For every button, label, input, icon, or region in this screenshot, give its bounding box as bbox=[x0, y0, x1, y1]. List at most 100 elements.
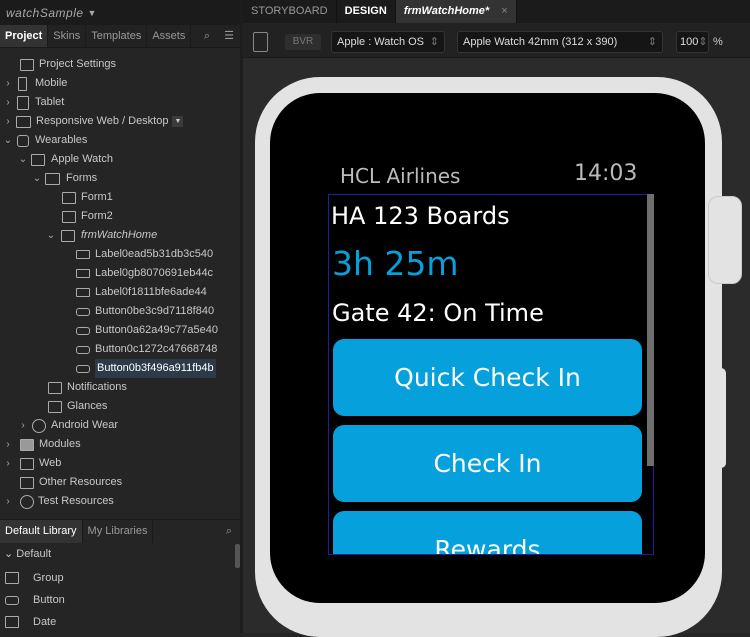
tree-item-label[interactable]: Label0ead5b31db3c540 bbox=[76, 245, 213, 264]
tree-item-glances[interactable]: Glances bbox=[48, 397, 107, 416]
tree-item-button[interactable]: Button0be3c9d7118f840 bbox=[76, 302, 214, 321]
tree-item-android-wear[interactable]: › Android Wear bbox=[17, 416, 118, 435]
form-icon bbox=[62, 210, 76, 223]
tab-project[interactable]: Project bbox=[0, 25, 49, 47]
web-icon bbox=[20, 457, 34, 470]
settings-icon bbox=[20, 58, 34, 71]
tree-item-wearables[interactable]: ⌄ Wearables bbox=[2, 131, 87, 150]
dropdown-icon[interactable]: ▼ bbox=[172, 116, 184, 127]
chevron-right-icon[interactable]: › bbox=[2, 74, 14, 93]
chevron-right-icon[interactable]: › bbox=[2, 112, 14, 131]
tree-item-forms[interactable]: ⌄ Forms bbox=[31, 169, 97, 188]
label: Responsive Web / Desktop bbox=[36, 115, 169, 127]
project-selector[interactable]: watchSample ▼ bbox=[0, 0, 240, 25]
zoom-unit: % bbox=[713, 36, 723, 48]
search-icon[interactable]: ⌕ bbox=[218, 520, 240, 543]
flight-label[interactable]: HA 123 Boards bbox=[331, 202, 510, 230]
tree-item-test-resources[interactable]: › Test Resources bbox=[2, 492, 114, 511]
device-select[interactable]: Apple Watch 42mm (312 x 390) ⇕ bbox=[457, 31, 663, 53]
tree-item-apple-watch[interactable]: ⌄ Apple Watch bbox=[17, 150, 113, 169]
button-icon bbox=[76, 307, 90, 316]
form-icon bbox=[62, 191, 76, 204]
tab-design[interactable]: DESIGN bbox=[336, 0, 396, 23]
chevron-right-icon[interactable]: › bbox=[17, 416, 29, 435]
tree-item-form1[interactable]: Form1 bbox=[62, 188, 113, 207]
chevron-right-icon[interactable]: › bbox=[2, 454, 14, 473]
zoom-input[interactable]: 100 ⇕ bbox=[676, 31, 709, 53]
chevron-right-icon[interactable]: › bbox=[2, 492, 14, 511]
section-label: Default bbox=[16, 548, 52, 560]
quick-check-in-button[interactable]: Quick Check In bbox=[333, 339, 642, 416]
label: Test Resources bbox=[38, 495, 114, 507]
label: Group bbox=[33, 572, 64, 584]
tab-templates[interactable]: Templates bbox=[86, 25, 148, 47]
project-name: watchSample bbox=[6, 5, 84, 20]
search-icon[interactable]: ⌕ bbox=[196, 25, 218, 47]
tab-default-library[interactable]: Default Library bbox=[0, 520, 83, 543]
zoom-value: 100 bbox=[680, 36, 699, 48]
gate-label[interactable]: Gate 42: On Time bbox=[332, 299, 544, 327]
tree-item-tablet[interactable]: › Tablet bbox=[2, 93, 64, 112]
label-icon bbox=[76, 288, 90, 297]
tab-frmwatchhome[interactable]: frmWatchHome* × bbox=[395, 0, 517, 23]
folder-icon bbox=[20, 476, 34, 489]
bvr-button[interactable]: BVR bbox=[285, 34, 321, 50]
countdown-label[interactable]: 3h 25m bbox=[332, 244, 459, 283]
label: Date bbox=[33, 616, 57, 628]
tab-assets[interactable]: Assets bbox=[147, 25, 192, 47]
tab-my-libraries[interactable]: My Libraries bbox=[83, 520, 154, 543]
chevron-down-icon[interactable]: ⌄ bbox=[31, 169, 43, 188]
design-area: STORYBOARD DESIGN frmWatchHome* × BVR App… bbox=[243, 0, 750, 637]
tree-item-button[interactable]: Button0a62a49c77a5e40 bbox=[76, 321, 218, 340]
watch-side-button bbox=[716, 368, 726, 468]
chevron-down-icon[interactable]: ⌄ bbox=[2, 131, 14, 150]
calendar-icon bbox=[5, 616, 19, 628]
tree-item-project-settings[interactable]: Project Settings bbox=[8, 55, 116, 74]
device-orientation-icon[interactable] bbox=[253, 32, 268, 52]
tree-item-modules[interactable]: › Modules bbox=[2, 435, 81, 454]
label: Project Settings bbox=[39, 58, 117, 70]
tree-item-form2[interactable]: Form2 bbox=[62, 207, 113, 226]
library-item-date[interactable]: Date bbox=[5, 612, 56, 632]
chevron-down-icon[interactable]: ⌄ bbox=[17, 150, 29, 169]
tree-item-responsive-web[interactable]: › Responsive Web / Desktop ▼ bbox=[2, 112, 184, 131]
label: Tablet bbox=[35, 96, 65, 108]
platform-select[interactable]: Apple : Watch OS ⇕ bbox=[331, 31, 445, 53]
watch-icon bbox=[17, 134, 29, 147]
tree-item-button-selected[interactable]: Button0b3f496a911fb4b bbox=[76, 359, 216, 378]
button-icon bbox=[76, 326, 90, 335]
glances-icon bbox=[48, 400, 62, 413]
label: Apple Watch bbox=[51, 153, 113, 165]
rewards-button[interactable]: Rewards bbox=[333, 511, 642, 554]
chevron-right-icon[interactable]: › bbox=[2, 93, 14, 112]
button-icon bbox=[76, 345, 90, 354]
tree-item-frmwatchhome[interactable]: ⌄ frmWatchHome bbox=[45, 226, 157, 245]
menu-icon[interactable]: ☰ bbox=[218, 25, 240, 47]
tab-storyboard[interactable]: STORYBOARD bbox=[243, 0, 337, 23]
library-section-default[interactable]: ⌄ Default bbox=[4, 547, 51, 560]
tree-item-other-resources[interactable]: Other Resources bbox=[14, 473, 122, 492]
form-container[interactable]: HA 123 Boards 3h 25m Gate 42: On Time Qu… bbox=[328, 194, 654, 555]
tree-item-notifications[interactable]: Notifications bbox=[48, 378, 127, 397]
library-item-group[interactable]: Group bbox=[5, 568, 64, 588]
chevron-down-icon[interactable]: ⌄ bbox=[45, 226, 57, 245]
tree-item-label[interactable]: Label0gb8070691eb44c bbox=[76, 264, 213, 283]
check-in-button[interactable]: Check In bbox=[333, 425, 642, 502]
library-item-button[interactable]: Button bbox=[5, 590, 65, 610]
library-panel: Default Library My Libraries ⌕ ⌄ Default… bbox=[0, 519, 240, 633]
label: Forms bbox=[66, 172, 98, 184]
close-icon[interactable]: × bbox=[501, 5, 507, 17]
device-value: Apple Watch 42mm (312 x 390) bbox=[463, 36, 618, 48]
label: Glances bbox=[67, 400, 108, 412]
apple-watch-icon bbox=[31, 153, 45, 166]
tree-item-button[interactable]: Button0c1272c47668748 bbox=[76, 340, 217, 359]
form-scrollbar[interactable] bbox=[647, 194, 654, 466]
tree-item-web[interactable]: › Web bbox=[2, 454, 61, 473]
tree-item-label[interactable]: Label0f1811bfe6ade44 bbox=[76, 283, 207, 302]
tab-skins[interactable]: Skins bbox=[48, 25, 87, 47]
chevron-right-icon[interactable]: › bbox=[2, 435, 14, 454]
tree-item-mobile[interactable]: › Mobile bbox=[2, 74, 67, 93]
label: Button0be3c9d7118f840 bbox=[95, 305, 215, 317]
group-icon bbox=[5, 572, 19, 584]
updown-icon: ⇕ bbox=[647, 36, 657, 48]
